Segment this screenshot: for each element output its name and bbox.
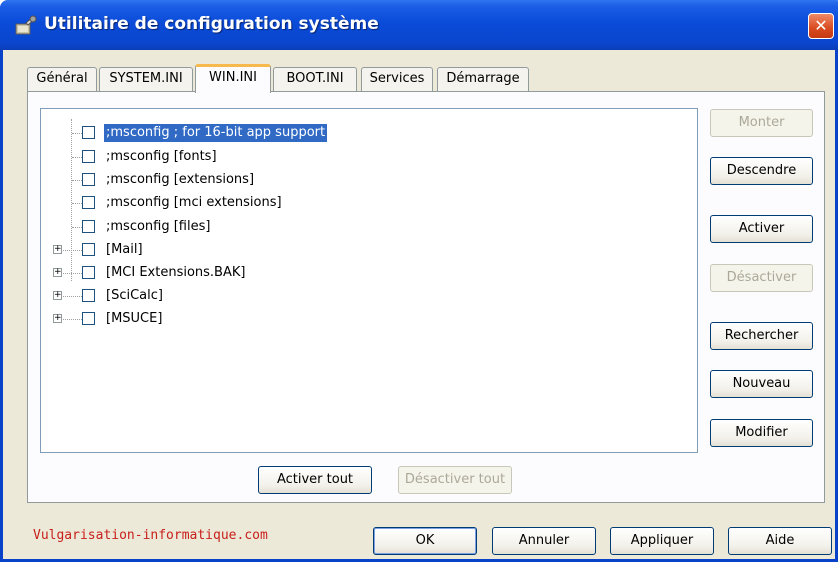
win-ini-tree[interactable]: ;msconfig ; for 16-bit app support ;msco… — [40, 108, 698, 453]
tree-item[interactable]: ;msconfig ; for 16-bit app support — [41, 123, 697, 145]
tab-panel: ;msconfig ; for 16-bit app support ;msco… — [27, 91, 825, 503]
new-button[interactable]: Nouveau — [710, 370, 813, 398]
tree-item[interactable]: ;msconfig [mci extensions] — [41, 193, 697, 215]
tab-system-ini[interactable]: SYSTEM.INI — [99, 67, 193, 92]
move-up-button[interactable]: Monter — [710, 109, 813, 137]
tree-item-label[interactable]: ;msconfig [fonts] — [104, 148, 219, 166]
cancel-button[interactable]: Annuler — [492, 527, 596, 555]
plus-expander-icon[interactable]: + — [53, 291, 62, 300]
checkbox-icon[interactable] — [82, 289, 95, 302]
checkbox-icon[interactable] — [82, 173, 95, 186]
title-bar[interactable]: Utilitaire de configuration système ✕ — [0, 0, 838, 50]
ok-button[interactable]: OK — [373, 527, 477, 555]
close-icon: ✕ — [814, 16, 828, 35]
dialog-window: Utilitaire de configuration système ✕ Gé… — [0, 0, 838, 562]
tree-item-label[interactable]: ;msconfig [files] — [104, 218, 212, 236]
tree-item-label[interactable]: ;msconfig [mci extensions] — [104, 194, 284, 212]
search-button[interactable]: Rechercher — [710, 322, 813, 350]
tree-item[interactable]: + [MCI Extensions.BAK] — [41, 263, 697, 285]
tree-item[interactable]: ;msconfig [extensions] — [41, 170, 697, 192]
enable-button[interactable]: Activer — [710, 215, 813, 243]
move-down-button[interactable]: Descendre — [710, 157, 813, 185]
enable-all-button[interactable]: Activer tout — [258, 466, 372, 494]
tab-boot-ini[interactable]: BOOT.INI — [273, 67, 357, 92]
checkbox-icon[interactable] — [82, 243, 95, 256]
disable-button[interactable]: Désactiver — [710, 264, 813, 292]
tree-item[interactable]: + [Mail] — [41, 240, 697, 262]
watermark-text: Vulgarisation-informatique.com — [33, 528, 268, 543]
window-title: Utilitaire de configuration système — [44, 14, 379, 34]
checkbox-icon[interactable] — [82, 220, 95, 233]
checkbox-icon[interactable] — [82, 266, 95, 279]
plus-expander-icon[interactable]: + — [53, 268, 62, 277]
tree-item-label[interactable]: [Mail] — [104, 241, 145, 259]
tab-general[interactable]: Général — [27, 67, 97, 92]
close-button[interactable]: ✕ — [808, 13, 834, 39]
apply-button[interactable]: Appliquer — [610, 527, 714, 555]
tab-win-ini[interactable]: WIN.INI — [195, 64, 271, 93]
tree-item[interactable]: + [MSUCE] — [41, 309, 697, 331]
help-button[interactable]: Aide — [728, 527, 832, 555]
plus-expander-icon[interactable]: + — [53, 245, 62, 254]
disable-all-button[interactable]: Désactiver tout — [398, 466, 512, 494]
checkbox-icon[interactable] — [82, 196, 95, 209]
tree-item[interactable]: ;msconfig [fonts] — [41, 147, 697, 169]
edit-button[interactable]: Modifier — [710, 419, 813, 447]
tree-item-label[interactable]: [MCI Extensions.BAK] — [104, 264, 247, 282]
tree-item[interactable]: ;msconfig [files] — [41, 217, 697, 239]
plus-expander-icon[interactable]: + — [53, 314, 62, 323]
tree-item[interactable]: + [SciCalc] — [41, 286, 697, 308]
tab-services[interactable]: Services — [361, 67, 433, 92]
checkbox-icon[interactable] — [82, 312, 95, 325]
tab-demarrage[interactable]: Démarrage — [437, 67, 529, 92]
tree-item-label[interactable]: [SciCalc] — [104, 287, 165, 305]
tree-item-label[interactable]: ;msconfig ; for 16-bit app support — [104, 124, 328, 142]
checkbox-icon[interactable] — [82, 150, 95, 163]
tree-item-label[interactable]: [MSUCE] — [104, 310, 164, 328]
checkbox-icon[interactable] — [82, 126, 95, 139]
tree-item-label[interactable]: ;msconfig [extensions] — [104, 171, 256, 189]
msconfig-app-icon — [15, 15, 37, 35]
